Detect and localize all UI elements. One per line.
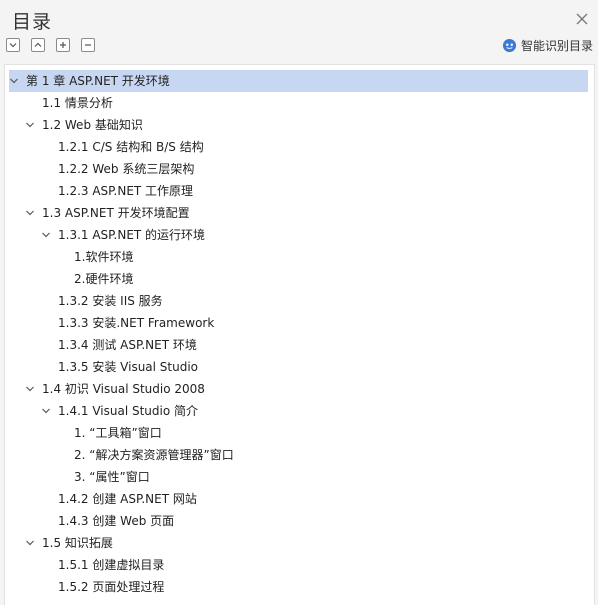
toc-item-label: 1.2.3 ASP.NET 工作原理 [58, 184, 194, 198]
chevron-down-icon [9, 43, 17, 48]
toc-item-label: 1.2.1 C/S 结构和 B/S 结构 [58, 140, 204, 154]
toc-item[interactable]: 1.5.1 创建虚拟目录 [5, 554, 594, 576]
toc-item-label: 1.4.3 创建 Web 页面 [58, 514, 175, 528]
toc-item-label: 1.3.4 测试 ASP.NET 环境 [58, 338, 197, 352]
toc-item-label: 1.软件环境 [74, 250, 134, 264]
toc-item-label: 第 1 章 ASP.NET 开发环境 [26, 74, 170, 88]
toc-item-label: 1.2.2 Web 系统三层架构 [58, 162, 195, 176]
chevron-down-icon[interactable] [9, 76, 19, 86]
toc-item[interactable]: 1.2.1 C/S 结构和 B/S 结构 [5, 136, 594, 158]
toc-item[interactable]: 1.3.3 安装.NET Framework [5, 312, 594, 334]
smart-recognize-toc-button[interactable]: 智能识别目录 [502, 37, 593, 54]
minus-icon [85, 44, 91, 46]
toc-item[interactable]: 2. “解决方案资源管理器”窗口 [5, 444, 594, 466]
toc-item-label: 1.5.1 创建虚拟目录 [58, 558, 165, 572]
toc-item[interactable]: 1.4.3 创建 Web 页面 [5, 510, 594, 532]
toc-item[interactable]: 1.4.2 创建 ASP.NET 网站 [5, 488, 594, 510]
plus-icon [60, 42, 66, 48]
chevron-down-icon[interactable] [41, 230, 51, 240]
toc-item[interactable]: 2.硬件环境 [5, 268, 594, 290]
toc-item-label: 1.2 Web 基础知识 [42, 118, 143, 132]
toc-item-label: 1.3.1 ASP.NET 的运行环境 [58, 228, 206, 242]
toc-item[interactable]: 3. “属性”窗口 [5, 466, 594, 488]
toc-item-label: 1.4 初识 Visual Studio 2008 [42, 382, 205, 396]
toc-item[interactable]: 1.3.4 测试 ASP.NET 环境 [5, 334, 594, 356]
toc-item[interactable]: 1.3.1 ASP.NET 的运行环境 [5, 224, 594, 246]
toc-item-label: 1.4.1 Visual Studio 简介 [58, 404, 199, 418]
toolbar [6, 38, 106, 54]
page-title: 目录 [12, 11, 53, 33]
toc-item-label: 1.5 知识拓展 [42, 536, 113, 550]
panel-header: 目录 智能识别目录 [0, 0, 598, 62]
toc-item[interactable]: 第 1 章 ASP.NET 开发环境 [9, 70, 588, 92]
toc-item-label: 1.3.5 安装 Visual Studio [58, 360, 199, 374]
toc-item[interactable]: 1.软件环境 [5, 246, 594, 268]
chevron-down-icon[interactable] [41, 406, 51, 416]
toc-item[interactable]: 1. “工具箱”窗口 [5, 422, 594, 444]
toc-item[interactable]: 1.2.3 ASP.NET 工作原理 [5, 180, 594, 202]
chevron-down-icon[interactable] [25, 538, 35, 548]
toc-item-label: 1. “工具箱”窗口 [74, 426, 162, 440]
toc-item-label: 2. “解决方案资源管理器”窗口 [74, 448, 234, 462]
expand-all-button[interactable] [6, 38, 20, 52]
toc-item[interactable]: 1.4 初识 Visual Studio 2008 [5, 378, 594, 400]
toc-panel: 第 1 章 ASP.NET 开发环境 1.1 情景分析 1.2 Web 基础知识 1.… [4, 64, 595, 605]
chevron-down-icon[interactable] [25, 120, 35, 130]
ai-assistant-icon [502, 38, 517, 53]
chevron-up-icon [34, 42, 42, 47]
toc-tree: 第 1 章 ASP.NET 开发环境 1.1 情景分析 1.2 Web 基础知识 1.… [5, 70, 594, 598]
toc-item-label: 1.4.2 创建 ASP.NET 网站 [58, 492, 197, 506]
toc-item-label: 1.5.2 页面处理过程 [58, 580, 165, 594]
close-icon [576, 13, 588, 25]
toc-item-label: 1.3.2 安装 IIS 服务 [58, 294, 163, 308]
toc-item[interactable]: 1.3 ASP.NET 开发环境配置 [5, 202, 594, 224]
close-button[interactable] [572, 9, 592, 29]
toc-item-label: 3. “属性”窗口 [74, 470, 150, 484]
collapse-all-button[interactable] [31, 38, 45, 52]
add-entry-button[interactable] [56, 38, 70, 52]
chevron-down-icon[interactable] [25, 208, 35, 218]
toc-item[interactable]: 1.3.2 安装 IIS 服务 [5, 290, 594, 312]
toc-item[interactable]: 1.2.2 Web 系统三层架构 [5, 158, 594, 180]
toc-item[interactable]: 1.4.1 Visual Studio 简介 [5, 400, 594, 422]
smart-recognize-label: 智能识别目录 [520, 39, 593, 53]
toc-item-label: 1.3 ASP.NET 开发环境配置 [42, 206, 190, 220]
toc-item-label: 1.1 情景分析 [42, 96, 113, 110]
chevron-down-icon[interactable] [25, 384, 35, 394]
toc-item[interactable]: 1.3.5 安装 Visual Studio [5, 356, 594, 378]
remove-entry-button[interactable] [81, 38, 95, 52]
toc-item[interactable]: 1.5.2 页面处理过程 [5, 576, 594, 598]
toc-item[interactable]: 1.5 知识拓展 [5, 532, 594, 554]
toc-item[interactable]: 1.2 Web 基础知识 [5, 114, 594, 136]
toc-item-label: 1.3.3 安装.NET Framework [58, 316, 215, 330]
toc-item[interactable]: 1.1 情景分析 [5, 92, 594, 114]
toc-item-label: 2.硬件环境 [74, 272, 134, 286]
